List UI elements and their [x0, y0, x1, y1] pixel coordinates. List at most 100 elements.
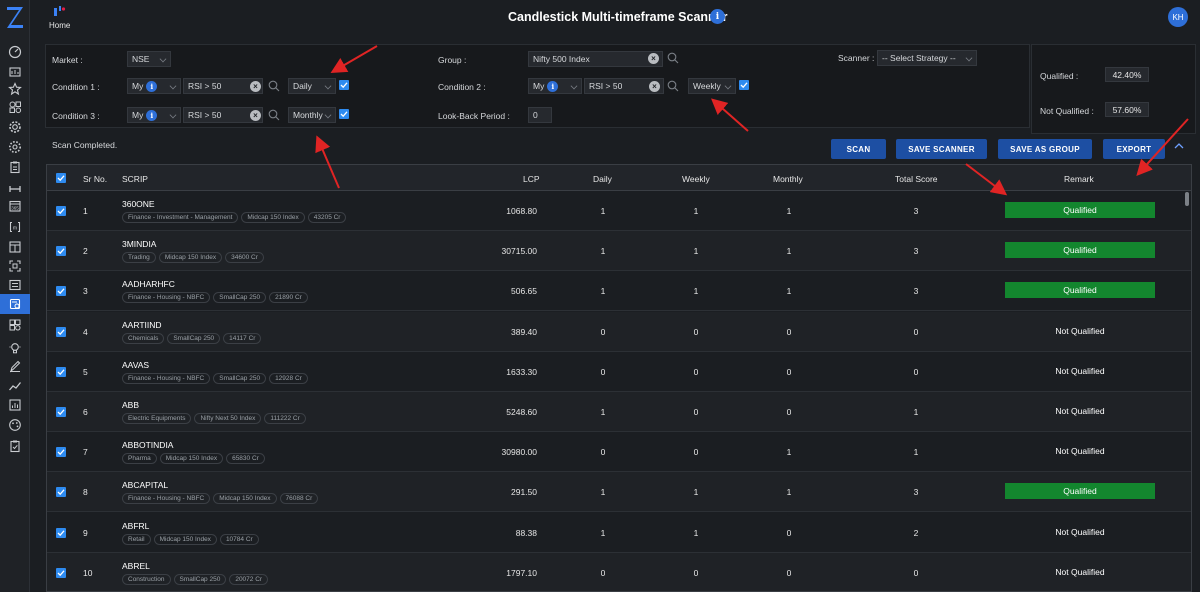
gear-icon[interactable] — [7, 139, 23, 155]
column-total-score[interactable]: Total Score — [895, 174, 938, 184]
not-qualified-label: Not Qualified : — [1040, 106, 1094, 116]
select-all-checkbox[interactable] — [56, 173, 66, 183]
row-scrip[interactable]: 3MINDIA — [122, 239, 156, 249]
info-icon[interactable]: i — [146, 80, 158, 92]
condition3-timeframe-select[interactable]: Monthly — [288, 107, 336, 123]
list-icon[interactable] — [7, 277, 23, 293]
row-tag: 12928 Cr — [269, 372, 308, 384]
condition3-source: My — [132, 110, 144, 120]
table-row[interactable]: 1 360ONE Finance - Investment - Management… — [47, 191, 1191, 231]
save-scanner-button[interactable]: SAVE SCANNER — [896, 139, 987, 159]
condition2-source-select[interactable]: My i — [528, 78, 582, 94]
pen-icon[interactable] — [7, 358, 23, 374]
table-row[interactable]: 4 AARTIIND Chemicals SmallCap 250 14117 Cr 38… — [47, 311, 1191, 352]
table-row[interactable]: 10 ABREL Construction SmallCap 250 20072 Cr 1… — [47, 552, 1191, 591]
table-row[interactable]: 7 ABBOTINDIA Pharma Midcap 150 Index 65830 C… — [47, 432, 1191, 473]
scan-icon[interactable] — [7, 258, 23, 274]
close-icon[interactable]: × — [649, 81, 660, 92]
search-icon[interactable] — [268, 80, 280, 92]
table-row[interactable]: 9 ABFRL Retail Midcap 150 Index 10784 Cr 88.3… — [47, 513, 1191, 553]
row-checkbox[interactable] — [56, 286, 66, 297]
info-icon[interactable]: i — [146, 109, 158, 121]
clipboard-icon[interactable] — [7, 159, 23, 175]
info-icon[interactable]: i — [710, 9, 725, 24]
market-select[interactable]: NSE — [127, 51, 171, 67]
table-row[interactable]: 6 ABB Electric Equipments Nifty Next 50 Ind… — [47, 392, 1191, 432]
column-lcp[interactable]: LCP — [523, 174, 540, 184]
row-remark: Qualified — [1005, 483, 1155, 500]
palette-icon[interactable] — [7, 417, 23, 433]
row-scrip[interactable]: AARTIIND — [122, 320, 162, 330]
close-icon[interactable]: × — [648, 53, 659, 64]
grid-icon[interactable] — [7, 317, 23, 333]
window-icon[interactable] — [7, 239, 23, 255]
column-daily[interactable]: Daily — [593, 174, 612, 184]
table-row[interactable]: 8 ABCAPITAL Finance - Housing - NBFC Midcap… — [47, 472, 1191, 513]
scanner-select[interactable]: -- Select Strategy -- — [877, 50, 977, 66]
row-sr: 10 — [83, 567, 93, 578]
info-icon[interactable]: i — [547, 80, 559, 92]
row-checkbox[interactable] — [56, 326, 66, 337]
bracket-icon[interactable]: m — [7, 219, 23, 235]
row-scrip[interactable]: ABCAPITAL — [122, 480, 168, 490]
row-checkbox[interactable] — [56, 407, 66, 417]
row-checkbox[interactable] — [56, 447, 66, 458]
row-checkbox[interactable] — [56, 246, 66, 257]
avatar[interactable]: KH — [1168, 7, 1188, 27]
search-icon[interactable] — [667, 80, 679, 92]
condition3-checkbox[interactable] — [339, 109, 349, 119]
condition2-checkbox[interactable] — [739, 80, 749, 90]
trend-icon[interactable] — [7, 378, 23, 394]
clipboard-check-icon[interactable] — [7, 438, 23, 454]
column-sr[interactable]: Sr No. — [83, 174, 107, 184]
row-scrip[interactable]: AADHARHFC — [122, 279, 175, 289]
search-icon[interactable] — [667, 52, 679, 64]
row-scrip[interactable]: ABREL — [122, 561, 150, 571]
range-icon[interactable] — [7, 181, 23, 197]
row-checkbox[interactable] — [56, 366, 66, 377]
row-scrip[interactable]: ABB — [122, 400, 139, 410]
chevron-up-icon[interactable] — [1174, 142, 1184, 150]
bulb-icon[interactable] — [7, 340, 23, 356]
lookback-input[interactable]: 0 — [528, 107, 552, 123]
settings-icon[interactable] — [7, 119, 23, 135]
table-row[interactable]: 5 AAVAS Finance - Housing - NBFC SmallCap 2… — [47, 352, 1191, 392]
table-row[interactable]: 3 AADHARHFC Finance - Housing - NBFC SmallC… — [47, 271, 1191, 312]
group-input[interactable]: Nifty 500 Index — [528, 51, 663, 67]
column-monthly[interactable]: Monthly — [773, 174, 803, 184]
home-link[interactable]: Home — [49, 21, 70, 30]
export-button[interactable]: EXPORT — [1103, 139, 1165, 159]
condition1-timeframe-select[interactable]: Daily — [288, 78, 336, 94]
home-icon[interactable] — [52, 5, 66, 17]
column-weekly[interactable]: Weekly — [682, 174, 710, 184]
star-icon[interactable] — [7, 81, 23, 97]
search-icon[interactable] — [268, 109, 280, 121]
condition1-source-select[interactable]: My i — [127, 78, 181, 94]
scanner-icon[interactable] — [0, 294, 30, 314]
row-scrip[interactable]: ABBOTINDIA — [122, 440, 173, 450]
column-scrip[interactable]: SCRIP — [122, 174, 148, 184]
logo-icon[interactable] — [4, 4, 26, 30]
save-as-group-button[interactable]: SAVE AS GROUP — [998, 139, 1092, 159]
row-scrip[interactable]: AAVAS — [122, 360, 149, 370]
shapes-icon[interactable] — [7, 99, 23, 115]
column-remark[interactable]: Remark — [1064, 174, 1094, 184]
report-icon[interactable] — [7, 397, 23, 413]
row-scrip[interactable]: ABFRL — [122, 521, 149, 531]
dashboard-icon[interactable] — [7, 44, 23, 60]
calendar-icon[interactable]: 365 — [7, 198, 23, 214]
chart-icon[interactable] — [7, 64, 23, 80]
condition1-checkbox[interactable] — [339, 80, 349, 90]
row-checkbox[interactable] — [56, 567, 66, 578]
close-icon[interactable]: × — [250, 110, 261, 121]
condition2-timeframe-select[interactable]: Weekly — [688, 78, 736, 94]
row-checkbox[interactable] — [56, 206, 66, 216]
close-icon[interactable]: × — [250, 81, 261, 92]
scrollbar[interactable] — [1185, 192, 1189, 206]
scan-button[interactable]: SCAN — [831, 139, 886, 159]
row-checkbox[interactable] — [56, 527, 66, 538]
condition3-source-select[interactable]: My i — [127, 107, 181, 123]
row-scrip[interactable]: 360ONE — [122, 199, 155, 209]
row-checkbox[interactable] — [56, 487, 66, 498]
table-row[interactable]: 2 3MINDIA Trading Midcap 150 Index 34600 Cr 3… — [47, 231, 1191, 272]
